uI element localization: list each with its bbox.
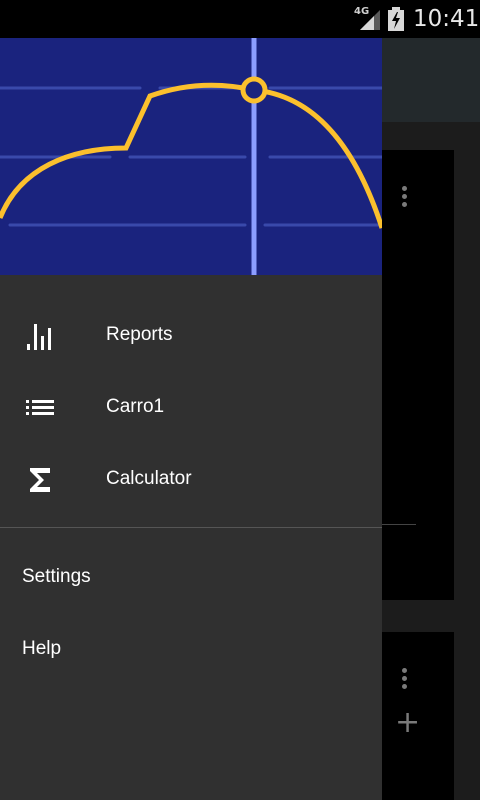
nav-item-carro1[interactable]: Carro1 bbox=[0, 372, 382, 444]
help-label: Help bbox=[22, 638, 62, 659]
status-bar: 4G 10:41 bbox=[0, 0, 480, 38]
drawer-divider bbox=[0, 527, 382, 528]
screen: 4G 10:41 + Reports Carro1 Calculator Set… bbox=[0, 0, 480, 800]
add-icon: + bbox=[395, 705, 421, 740]
nav-item-label: Carro1 bbox=[106, 396, 165, 417]
overflow-menu-icon bbox=[401, 668, 409, 692]
nav-item-calculator[interactable]: Calculator bbox=[0, 444, 382, 516]
list-icon bbox=[26, 400, 54, 415]
nav-item-help[interactable]: Help bbox=[0, 614, 382, 686]
bar-chart-icon bbox=[27, 324, 51, 350]
header-chart-illustration bbox=[0, 38, 382, 275]
nav-item-label: Reports bbox=[106, 324, 173, 345]
nav-item-label: Calculator bbox=[106, 468, 192, 489]
settings-label: Settings bbox=[22, 566, 91, 587]
drawer-header bbox=[0, 38, 382, 275]
navigation-drawer: Reports Carro1 Calculator Settings Help bbox=[0, 38, 382, 800]
overflow-menu-icon bbox=[401, 186, 409, 210]
background-card bbox=[370, 150, 454, 600]
nav-item-settings[interactable]: Settings bbox=[0, 542, 382, 614]
signal-icon bbox=[360, 10, 380, 30]
battery-charging-icon bbox=[388, 7, 404, 31]
sigma-icon bbox=[30, 468, 50, 492]
nav-item-reports[interactable]: Reports bbox=[0, 300, 382, 372]
clock: 10:41 bbox=[413, 6, 480, 32]
